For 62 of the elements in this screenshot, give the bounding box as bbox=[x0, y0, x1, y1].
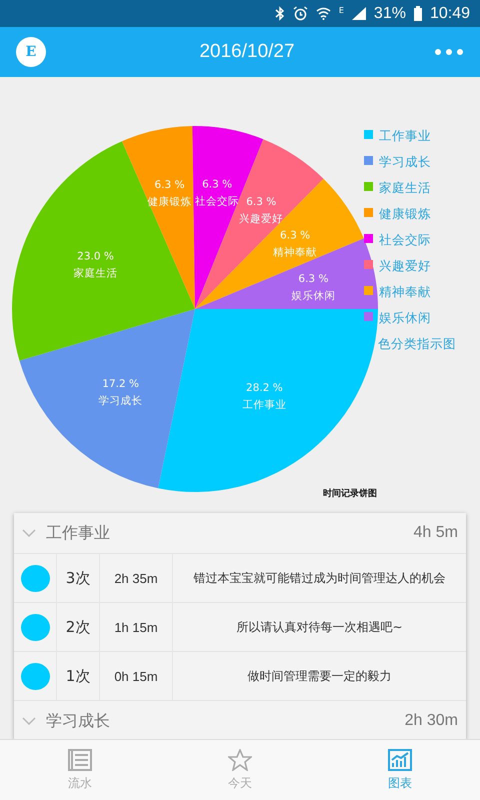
category-name: 工作事业 bbox=[46, 522, 110, 544]
slice-category-label: 娱乐休闲 bbox=[291, 290, 336, 302]
count-cell: 1次 bbox=[57, 652, 100, 700]
slice-value-label: 6.3 % bbox=[298, 273, 328, 286]
slice-category-label: 工作事业 bbox=[242, 399, 286, 412]
slice-category-label: 精神奉献 bbox=[273, 246, 318, 258]
star-icon bbox=[228, 748, 252, 770]
chart-title: 时间记录饼图 bbox=[323, 489, 377, 499]
category-dot bbox=[20, 662, 50, 690]
category-name: 学习成长 bbox=[46, 710, 110, 732]
slice-category-label: 家庭生活 bbox=[74, 268, 118, 280]
category-dot bbox=[20, 564, 50, 592]
category-dot bbox=[20, 614, 50, 640]
slice-value-label: 6.3 % bbox=[246, 196, 276, 208]
slice-category-label: 社会交际 bbox=[195, 195, 240, 208]
category-total: 4h 5m bbox=[414, 524, 458, 542]
nav-tab[interactable]: 图表 bbox=[355, 740, 445, 800]
logo[interactable]: E bbox=[16, 37, 46, 67]
slice-category-label: 兴趣爱好 bbox=[239, 212, 284, 225]
legend-label: 工作事业 bbox=[379, 128, 431, 143]
slice-category-label: 学习成长 bbox=[98, 394, 143, 407]
legend-title: 色分类指示图 bbox=[378, 336, 456, 351]
more-icon[interactable] bbox=[434, 48, 464, 56]
slice-value-label: 17.2 % bbox=[102, 378, 140, 390]
category-total: 2h 30m bbox=[404, 712, 458, 730]
slice-value-label: 6.3 % bbox=[202, 178, 232, 190]
legend-label: 精神奉献 bbox=[379, 284, 431, 299]
battery-percent: 31% bbox=[374, 4, 406, 22]
network-type: E bbox=[338, 6, 344, 15]
duration-cell: 0h 15m bbox=[100, 652, 173, 700]
bluetooth-icon bbox=[274, 6, 285, 21]
legend-label: 社会交际 bbox=[379, 232, 431, 247]
note-cell-text: 错过本宝宝就可能错过成为时间管理达人的机会 bbox=[192, 570, 446, 586]
wifi-icon bbox=[316, 7, 331, 20]
bar-chart-icon bbox=[388, 748, 412, 770]
legend-label: 兴趣爱好 bbox=[379, 258, 431, 273]
battery-icon bbox=[414, 6, 422, 21]
slice-value-label: 6.3 % bbox=[280, 229, 310, 242]
document-icon bbox=[68, 748, 92, 770]
clock-time: 10:49 bbox=[430, 4, 470, 22]
legend-label: 娱乐休闲 bbox=[379, 310, 431, 325]
duration-cell: 2h 35m bbox=[100, 554, 173, 602]
nav-tab[interactable]: 今天 bbox=[195, 740, 285, 800]
slice-category-label: 健康锻炼 bbox=[148, 196, 192, 208]
category-header[interactable]: 工作事业 4h 5m bbox=[14, 513, 466, 554]
note-cell-text: 所以请认真对待每一次相遇吧~ bbox=[235, 618, 404, 636]
slice-value-label: 23.0 % bbox=[77, 250, 114, 263]
legend-label: 家庭生活 bbox=[379, 180, 431, 195]
slice-value-label: 6.3 % bbox=[154, 178, 185, 191]
signal-icon bbox=[352, 7, 366, 20]
nav-tab[interactable]: 流水 bbox=[35, 740, 125, 800]
slice-value-label: 28.2 % bbox=[246, 382, 283, 394]
legend-label: 健康锻炼 bbox=[379, 206, 431, 221]
duration-cell: 1h 15m bbox=[100, 603, 173, 651]
chevron-down-icon bbox=[22, 529, 36, 537]
alarm-clock-icon bbox=[292, 6, 308, 21]
legend-label: 学习成长 bbox=[379, 154, 431, 169]
date-title[interactable]: 2016/10/27 bbox=[199, 41, 295, 63]
chevron-down-icon bbox=[22, 717, 36, 725]
count-cell: 3次 bbox=[57, 554, 100, 602]
count-cell: 2次 bbox=[57, 603, 100, 651]
note-cell-text: 做时间管理需要一定的毅力 bbox=[246, 668, 392, 684]
